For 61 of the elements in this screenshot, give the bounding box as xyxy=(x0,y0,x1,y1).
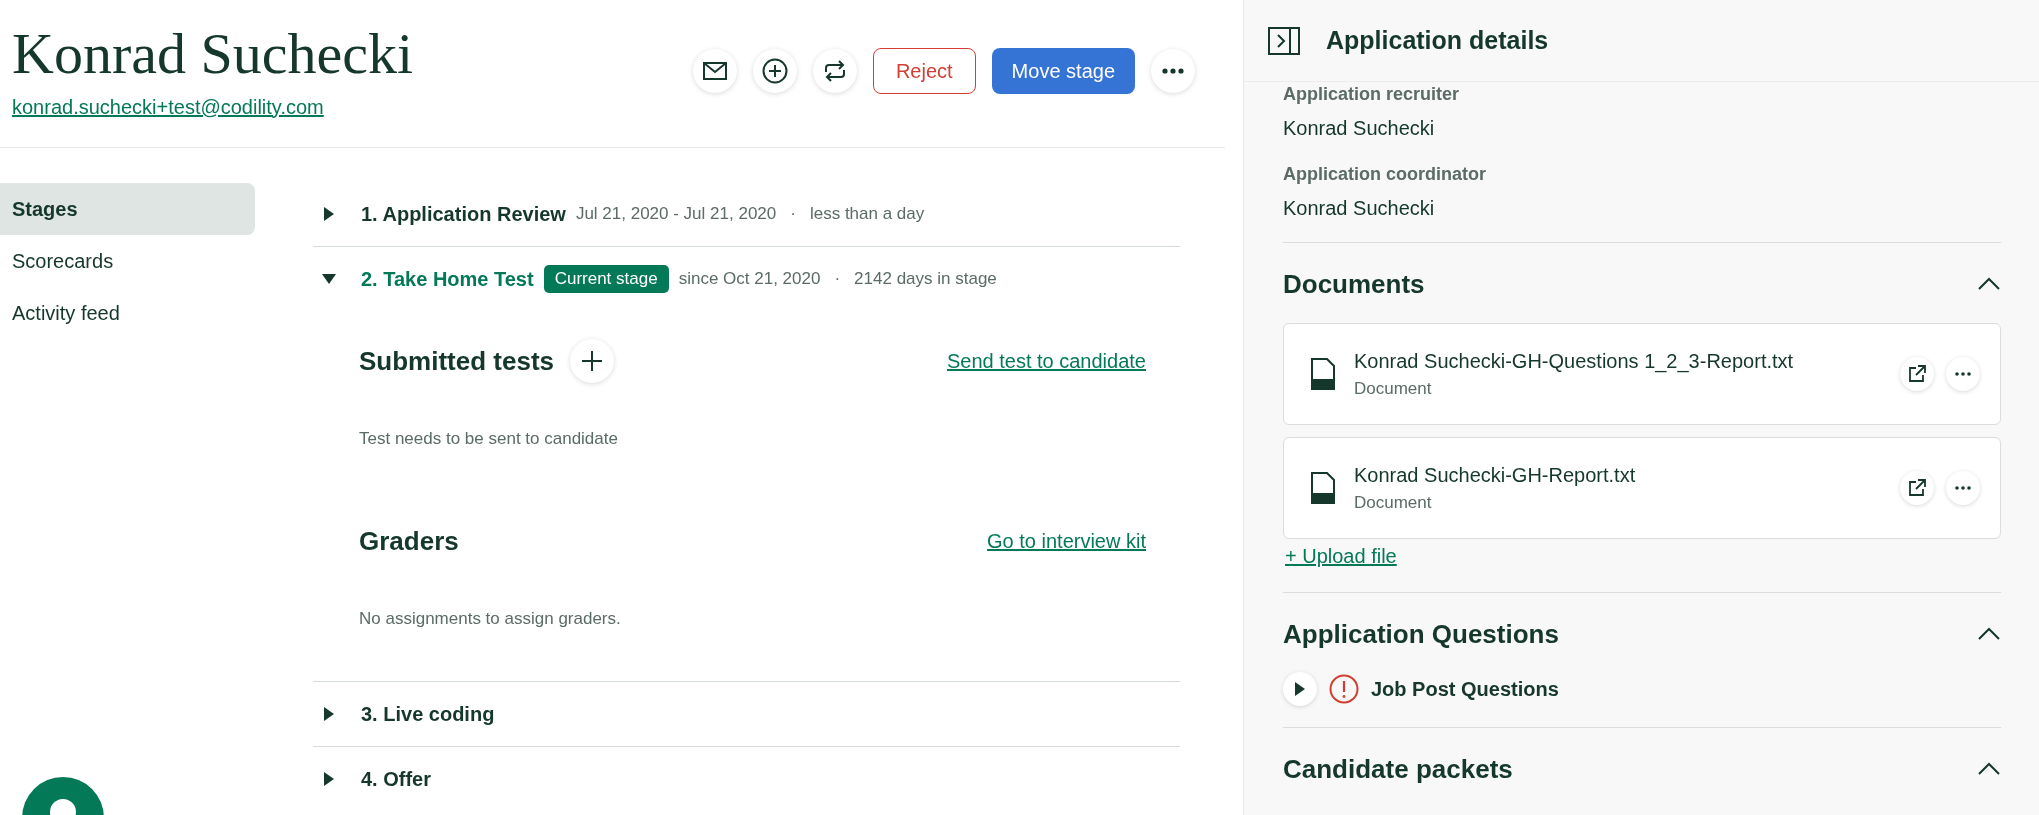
section-title: Graders xyxy=(359,525,459,557)
field-value: Konrad Suchecki xyxy=(1283,117,1436,140)
field-value: Konrad Suchecki xyxy=(1283,197,1436,220)
chevron-up-icon[interactable] xyxy=(1977,627,2001,641)
file-type: Document xyxy=(1354,378,1433,399)
plus-circle-icon xyxy=(761,58,788,84)
txt-file-icon xyxy=(1310,358,1336,390)
move-stage-button[interactable]: Move stage xyxy=(991,48,1135,94)
chevron-up-icon[interactable] xyxy=(1977,762,2001,776)
caret-right-icon xyxy=(1294,682,1306,696)
nav-item[interactable]: Activity feed xyxy=(0,287,255,339)
stage-dates: Jul 21, 2020 - Jul 21, 2020 xyxy=(575,204,777,224)
nav-item[interactable]: Scorecards xyxy=(0,235,255,287)
section-note: Test needs to be sent to candidate xyxy=(359,429,619,449)
stage-title[interactable]: 1. Application Review xyxy=(361,202,566,226)
chevron-up-icon[interactable] xyxy=(1977,277,2001,291)
open-external-button[interactable] xyxy=(1900,357,1934,391)
field-label: Application coordinator xyxy=(1283,164,1487,185)
section-title: Candidate packets xyxy=(1283,753,1513,785)
mail-icon xyxy=(702,62,727,80)
external-link-icon xyxy=(1908,479,1926,497)
section-title: Submitted tests xyxy=(359,345,555,377)
stage-title[interactable]: 2. Take Home Test xyxy=(361,267,534,291)
more-icon xyxy=(1955,372,1971,376)
panel-title: Application details xyxy=(1326,26,1549,55)
stage-dates: since Oct 21, 2020 xyxy=(678,269,821,289)
transfer-button[interactable] xyxy=(812,49,857,93)
section-title: Application Questions xyxy=(1283,618,1559,650)
candidate-name: Konrad Suchecki xyxy=(12,22,414,86)
separator-dot: · xyxy=(790,204,796,224)
section-link[interactable]: Go to interview kit xyxy=(987,529,1146,553)
expand-button[interactable] xyxy=(1283,672,1317,706)
section-note: No assignments to assign graders. xyxy=(359,609,622,629)
upload-file-link[interactable]: + Upload file xyxy=(1285,545,1397,568)
current-stage-badge: Current stage xyxy=(543,265,669,293)
file-type: Document xyxy=(1354,492,1433,513)
file-name[interactable]: Konrad Suchecki-GH-Report.txt xyxy=(1354,463,1888,487)
add-button[interactable] xyxy=(752,49,797,93)
section-title: Documents xyxy=(1283,268,1425,300)
separator-dot: · xyxy=(834,269,841,289)
email-button[interactable] xyxy=(692,49,737,93)
add-test-button[interactable] xyxy=(570,339,615,383)
stage-title[interactable]: 3. Live coding xyxy=(361,702,495,726)
stage-duration: 2142 days in stage xyxy=(854,269,997,289)
section-link[interactable]: Send test to candidate xyxy=(946,349,1146,373)
plus-icon xyxy=(581,350,604,372)
more-button[interactable] xyxy=(1151,49,1195,93)
reject-button[interactable]: Reject xyxy=(872,48,976,94)
email-link[interactable]: konrad.suchecki+test@codility.com xyxy=(12,95,324,119)
stage-duration: less than a day xyxy=(809,204,925,224)
question-group-label[interactable]: Job Post Questions xyxy=(1371,677,1559,701)
nav-item[interactable]: Stages xyxy=(0,183,255,235)
field-label: Application recruiter xyxy=(1283,84,1461,105)
external-link-icon xyxy=(1908,365,1926,383)
file-name[interactable]: Konrad Suchecki-GH-Questions 1_2_3-Report.txt xyxy=(1354,349,1888,373)
stage-title[interactable]: 4. Offer xyxy=(361,767,432,791)
open-external-button[interactable] xyxy=(1900,471,1934,505)
more-icon xyxy=(1162,68,1184,74)
more-icon xyxy=(1955,486,1971,490)
collapse-panel-icon[interactable] xyxy=(1268,26,1300,55)
txt-file-icon xyxy=(1310,472,1336,504)
